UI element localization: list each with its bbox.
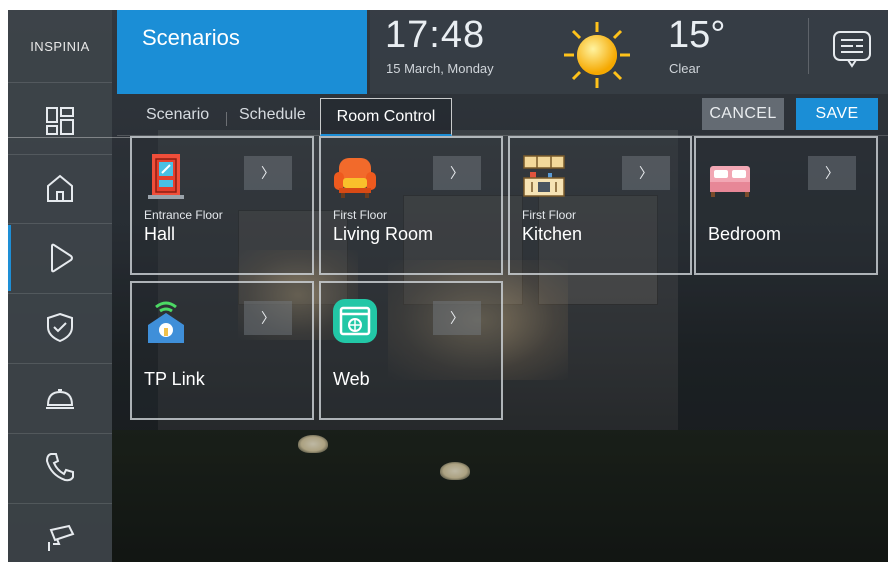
room-name: Kitchen <box>522 224 583 244</box>
home-icon <box>47 174 73 202</box>
divider <box>0 137 130 138</box>
smart-home-icon <box>148 301 184 343</box>
tab-separator <box>226 112 227 126</box>
page-title: Scenarios <box>142 25 240 50</box>
room-floor: First Floor <box>522 208 576 222</box>
logo: INSPINIA <box>8 10 112 82</box>
kitchen-icon <box>523 155 565 197</box>
room-name: TP Link <box>144 369 205 389</box>
divider <box>8 82 112 83</box>
tile-arrow-button[interactable]: 〉 <box>244 301 292 335</box>
tile-arrow-button[interactable]: 〉 <box>244 156 292 190</box>
tab-schedule[interactable]: Schedule <box>239 106 306 124</box>
service-bell-icon <box>46 389 74 409</box>
room-tile-living-room[interactable]: 〉 First Floor Living Room <box>319 136 503 275</box>
security-camera-icon <box>48 524 75 551</box>
sidebar: INSPINIA <box>8 10 112 562</box>
scenario-play-icon <box>51 243 73 273</box>
web-icon <box>333 299 377 343</box>
room-name: Web <box>333 369 370 389</box>
dashboard-icon <box>46 107 74 135</box>
room-floor: Entrance Floor <box>144 208 223 222</box>
message-icon[interactable] <box>830 28 874 70</box>
cancel-button[interactable]: CANCEL <box>702 98 784 130</box>
sidebar-item-dashboard[interactable] <box>8 88 112 154</box>
sidebar-item-security[interactable] <box>8 294 112 360</box>
tab-scenario[interactable]: Scenario <box>146 106 209 124</box>
logo-text: INSPINIA <box>30 38 90 54</box>
room-floor: First Floor <box>333 208 387 222</box>
sidebar-item-camera[interactable] <box>8 504 112 562</box>
door-icon <box>148 154 184 199</box>
bed-icon <box>710 166 750 197</box>
tile-arrow-button[interactable]: 〉 <box>622 156 670 190</box>
room-tile-hall[interactable]: 〉 Entrance Floor Hall <box>130 136 314 275</box>
weather-condition: Clear <box>669 61 701 76</box>
armchair-icon <box>334 158 376 198</box>
page-title-panel: Scenarios <box>117 10 367 94</box>
room-tile-bedroom[interactable]: 〉 Bedroom <box>694 136 878 275</box>
room-tile-web[interactable]: 〉 Web <box>319 281 503 420</box>
phone-icon <box>45 453 74 482</box>
tile-arrow-button[interactable]: 〉 <box>433 301 481 335</box>
sidebar-item-scenarios[interactable] <box>8 225 112 291</box>
divider <box>808 18 809 74</box>
tile-arrow-button[interactable]: 〉 <box>808 156 856 190</box>
save-button[interactable]: SAVE <box>796 98 878 130</box>
sidebar-item-phone[interactable] <box>8 434 112 500</box>
room-name: Hall <box>144 224 176 244</box>
clock-time: 17:48 <box>385 14 486 56</box>
room-tile-tp-link[interactable]: 〉 TP Link <box>130 281 314 420</box>
shield-check-icon <box>47 312 73 343</box>
temperature: 15° <box>668 14 726 56</box>
sun-icon <box>564 22 630 88</box>
clock-date: 15 March, Monday <box>386 61 494 76</box>
tab-room-control[interactable]: Room Control <box>320 98 452 136</box>
divider <box>8 223 112 224</box>
room-tile-kitchen[interactable]: 〉 First Floor Kitchen <box>508 136 692 275</box>
room-name: Bedroom <box>708 224 782 244</box>
sidebar-item-services[interactable] <box>8 364 112 430</box>
sidebar-item-home[interactable] <box>8 155 112 221</box>
room-name: Living Room <box>333 224 434 244</box>
tile-arrow-button[interactable]: 〉 <box>433 156 481 190</box>
